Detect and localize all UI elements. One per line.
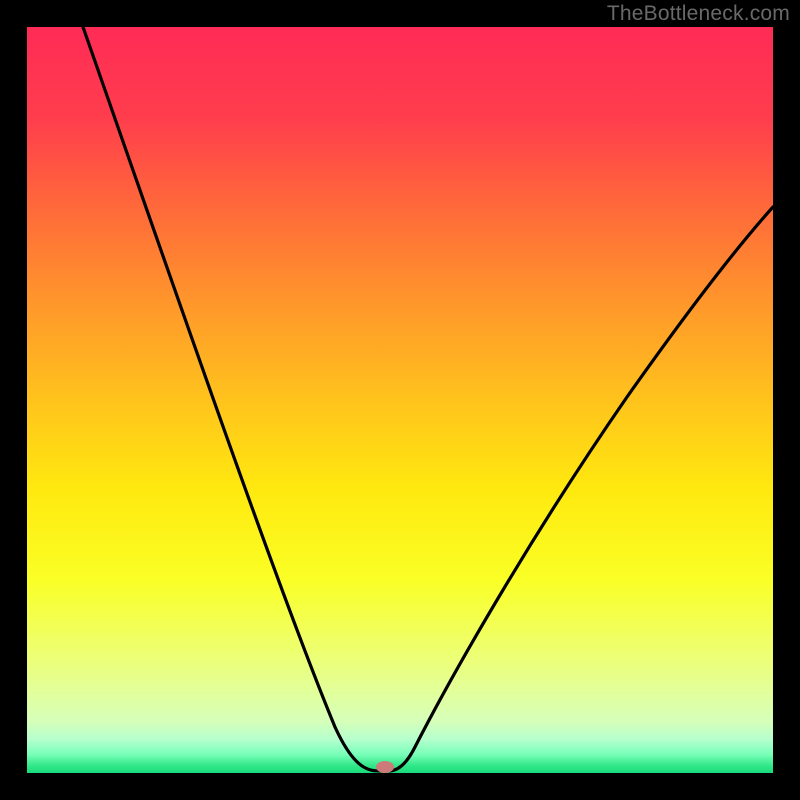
optimum-marker xyxy=(376,761,394,773)
watermark-label: TheBottleneck.com xyxy=(607,2,790,26)
chart-frame: TheBottleneck.com xyxy=(0,0,800,800)
gradient-background xyxy=(27,27,773,773)
chart-svg xyxy=(27,27,773,773)
plot-area xyxy=(27,27,773,773)
